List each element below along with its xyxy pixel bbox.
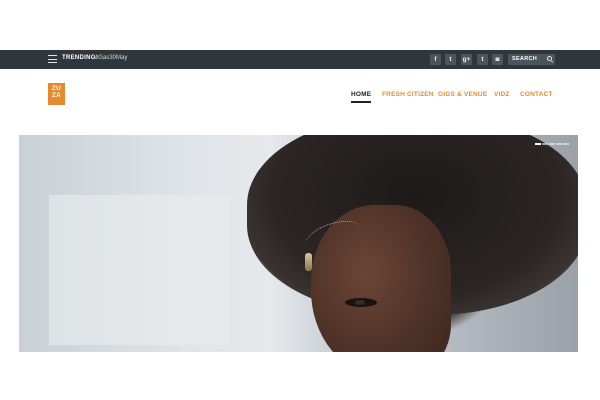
hero-background: [49, 195, 229, 345]
instagram-icon[interactable]: ◙: [492, 53, 503, 65]
tumblr-icon[interactable]: t: [477, 53, 488, 65]
search-icon[interactable]: [547, 56, 552, 61]
slider-dot[interactable]: [535, 143, 541, 145]
slider-dot[interactable]: [556, 143, 562, 145]
hero-slider-image[interactable]: [19, 135, 578, 352]
search-box: [508, 53, 555, 65]
slider-dot[interactable]: [549, 143, 555, 145]
hero-charm: [305, 253, 312, 271]
logo-line-1: ZU: [51, 85, 62, 92]
logo-line-2: ZA: [51, 92, 62, 99]
site-logo[interactable]: ZU ZA: [48, 83, 65, 105]
facebook-icon[interactable]: f: [430, 53, 441, 65]
top-bar: TRENDING: #Gas30May f t g+ t ◙: [0, 50, 600, 69]
trending-tag-link[interactable]: #Gas30May: [95, 55, 127, 61]
hero-eye: [345, 298, 377, 307]
slider-dot[interactable]: [563, 143, 569, 145]
nav-vidz[interactable]: VIDZ: [494, 91, 510, 98]
slider-dot[interactable]: [542, 143, 548, 145]
nav-gigs-venue[interactable]: GIGS & VENUE: [438, 91, 487, 98]
nav-fresh-citizen[interactable]: FRESH CITIZEN: [382, 91, 434, 98]
google-plus-icon[interactable]: g+: [461, 53, 472, 65]
menu-icon[interactable]: [48, 55, 57, 63]
nav-home[interactable]: HOME: [351, 91, 371, 98]
twitter-icon[interactable]: t: [445, 53, 456, 65]
nav-contact[interactable]: CONTACT: [520, 91, 553, 98]
search-input[interactable]: [508, 53, 546, 65]
trending-label: TRENDING:: [62, 55, 99, 61]
nav-active-underline: [351, 101, 371, 103]
